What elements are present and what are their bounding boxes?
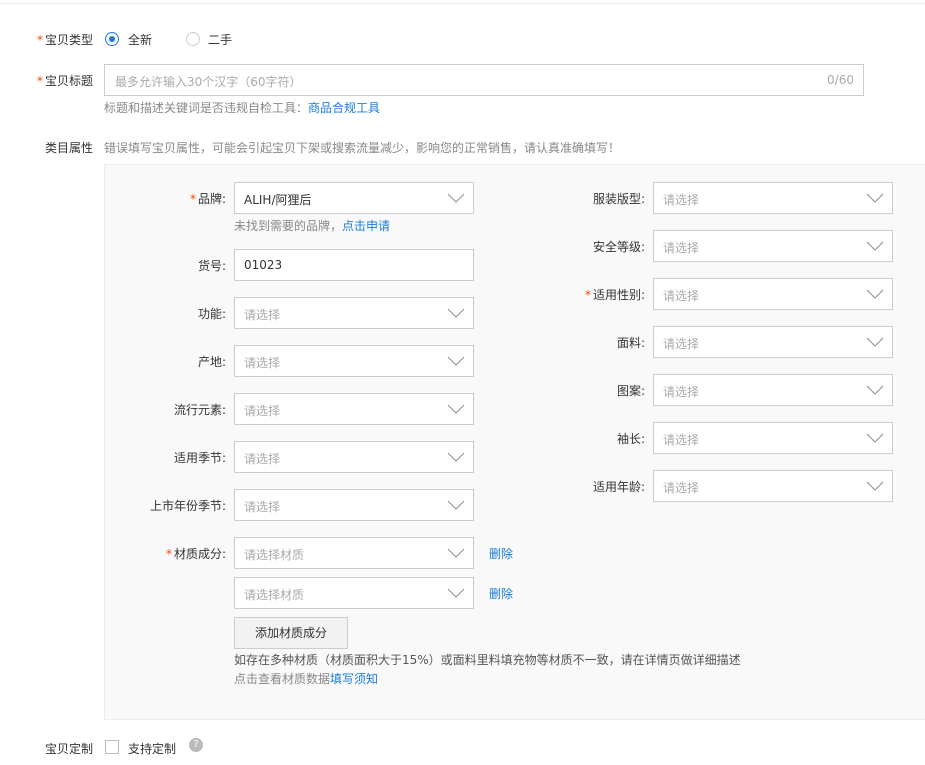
material-select[interactable]: 请选择材质	[234, 537, 474, 569]
top-divider	[0, 3, 925, 4]
function-placeholder: 请选择	[244, 308, 281, 322]
brand-value: ALIH/阿狸后	[244, 193, 312, 207]
chevron-down-icon	[447, 354, 465, 368]
fit-select[interactable]: 请选择	[653, 182, 893, 214]
chevron-down-icon	[866, 383, 884, 397]
origin-label: 产地:	[197, 355, 226, 369]
brand-label: * 品牌:	[189, 192, 226, 206]
gender-placeholder: 请选择	[663, 289, 700, 303]
origin-placeholder: 请选择	[244, 356, 281, 370]
item-no-input[interactable]: 01023	[234, 249, 474, 281]
customize-checkbox[interactable]	[105, 740, 119, 754]
item-no-value: 01023	[244, 258, 283, 272]
gender-select[interactable]: 请选择	[653, 278, 893, 310]
safety-label: 安全等级:	[592, 240, 645, 254]
launch-season-placeholder: 请选择	[244, 500, 281, 514]
age-placeholder: 请选择	[663, 481, 700, 495]
brand-select[interactable]: ALIH/阿狸后	[234, 182, 474, 214]
fit-label: 服装版型:	[592, 192, 645, 206]
season-label: 适用季节:	[173, 451, 226, 465]
chevron-down-icon	[447, 450, 465, 464]
radio-new-label[interactable]: 全新	[128, 31, 152, 48]
sleeve-select[interactable]: 请选择	[653, 422, 893, 454]
title-placeholder: 最多允许输入30个汉字（60字符）	[115, 75, 302, 89]
title-input[interactable]: 最多允许输入30个汉字（60字符） 0/60	[104, 64, 864, 96]
chevron-down-icon	[447, 191, 465, 205]
launch-season-select[interactable]: 请选择	[234, 489, 474, 521]
radio-used-label[interactable]: 二手	[208, 31, 232, 48]
chevron-down-icon	[447, 498, 465, 512]
safety-placeholder: 请选择	[663, 241, 700, 255]
chevron-down-icon	[447, 306, 465, 320]
material-notice-link[interactable]: 填写须知	[330, 672, 378, 686]
sleeve-label: 袖长:	[616, 432, 645, 446]
item-no-label: 货号:	[197, 259, 226, 273]
material-note: 如存在多种材质（材质面积大于15%）或面料里料填充物等材质不一致，请在详情页做详…	[234, 653, 741, 667]
chevron-down-icon	[866, 335, 884, 349]
fabric-placeholder: 请选择	[663, 337, 700, 351]
function-select[interactable]: 请选择	[234, 297, 474, 329]
customize-checkbox-label[interactable]: 支持定制	[128, 740, 176, 757]
trend-placeholder: 请选择	[244, 404, 281, 418]
help-icon[interactable]: ?	[189, 738, 203, 752]
add-material-button[interactable]: 添加材质成分	[234, 617, 348, 649]
trend-select[interactable]: 请选择	[234, 393, 474, 425]
season-placeholder: 请选择	[244, 452, 281, 466]
fit-placeholder: 请选择	[663, 193, 700, 207]
radio-new[interactable]	[105, 32, 119, 46]
material-placeholder-2: 请选择材质	[244, 588, 305, 602]
chevron-down-icon	[866, 191, 884, 205]
chevron-down-icon	[447, 402, 465, 416]
chevron-down-icon	[866, 431, 884, 445]
origin-select[interactable]: 请选择	[234, 345, 474, 377]
trend-label: 流行元素:	[173, 403, 226, 417]
chevron-down-icon	[866, 287, 884, 301]
category-warning: 错误填写宝贝属性，可能会引起宝贝下架或搜索流量减少，影响您的正常销售，请认真准确…	[104, 141, 621, 155]
title-counter: 0/60	[827, 73, 854, 87]
brand-hint: 未找到需要的品牌，点击申请	[234, 219, 391, 233]
compliance-tool-link[interactable]: 商品合规工具	[308, 101, 380, 115]
chevron-down-icon	[447, 546, 465, 560]
title-hint: 标题和描述关键词是否违规自检工具：商品合规工具	[104, 101, 381, 115]
chevron-down-icon	[866, 239, 884, 253]
sleeve-placeholder: 请选择	[663, 433, 700, 447]
season-select[interactable]: 请选择	[234, 441, 474, 473]
fabric-select[interactable]: 请选择	[653, 326, 893, 358]
chevron-down-icon	[447, 586, 465, 600]
fabric-label: 面料:	[616, 336, 645, 350]
item-type-label: * 宝贝类型	[36, 33, 93, 47]
material-label: * 材质成分:	[165, 547, 226, 561]
pattern-label: 图案:	[616, 384, 645, 398]
launch-season-label: 上市年份季节:	[149, 499, 226, 513]
pattern-select[interactable]: 请选择	[653, 374, 893, 406]
pattern-placeholder: 请选择	[663, 385, 700, 399]
safety-select[interactable]: 请选择	[653, 230, 893, 262]
gender-label: * 适用性别:	[584, 288, 645, 302]
material-notice: 点击查看材质数据填写须知	[234, 672, 379, 686]
material-select-2[interactable]: 请选择材质	[234, 577, 474, 609]
customize-label: 宝贝定制	[44, 742, 93, 756]
age-label: 适用年龄:	[592, 480, 645, 494]
brand-apply-link[interactable]: 点击申请	[342, 219, 390, 233]
material-delete-link-2[interactable]: 删除	[489, 585, 513, 602]
function-label: 功能:	[197, 307, 226, 321]
material-delete-link[interactable]: 删除	[489, 545, 513, 562]
radio-used[interactable]	[186, 32, 200, 46]
chevron-down-icon	[866, 479, 884, 493]
item-title-label: * 宝贝标题	[36, 74, 93, 88]
material-placeholder: 请选择材质	[244, 548, 305, 562]
age-select[interactable]: 请选择	[653, 470, 893, 502]
category-label: 类目属性	[44, 141, 93, 155]
